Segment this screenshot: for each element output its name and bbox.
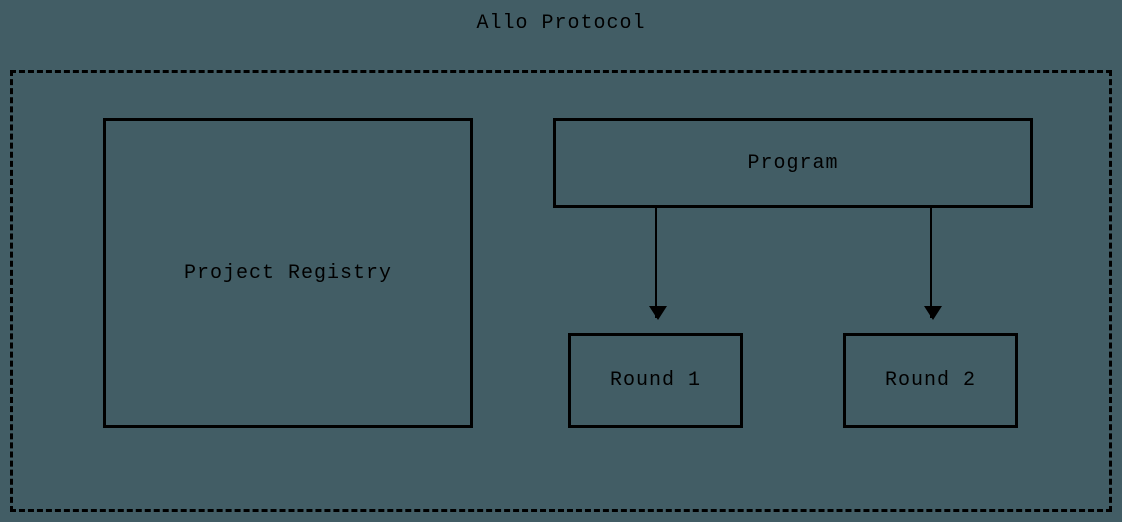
round1-box: Round 1 xyxy=(568,333,743,428)
round1-label: Round 1 xyxy=(610,369,701,392)
arrow-program-to-round1 xyxy=(655,208,657,318)
round2-label: Round 2 xyxy=(885,369,976,392)
project-registry-box: Project Registry xyxy=(103,118,473,428)
protocol-container: Project Registry Program Round 1 Round 2 xyxy=(10,70,1112,512)
arrow-program-to-round2 xyxy=(930,208,932,318)
project-registry-label: Project Registry xyxy=(184,262,392,285)
round2-box: Round 2 xyxy=(843,333,1018,428)
program-box: Program xyxy=(553,118,1033,208)
program-label: Program xyxy=(747,152,838,175)
diagram-title: Allo Protocol xyxy=(0,12,1122,35)
